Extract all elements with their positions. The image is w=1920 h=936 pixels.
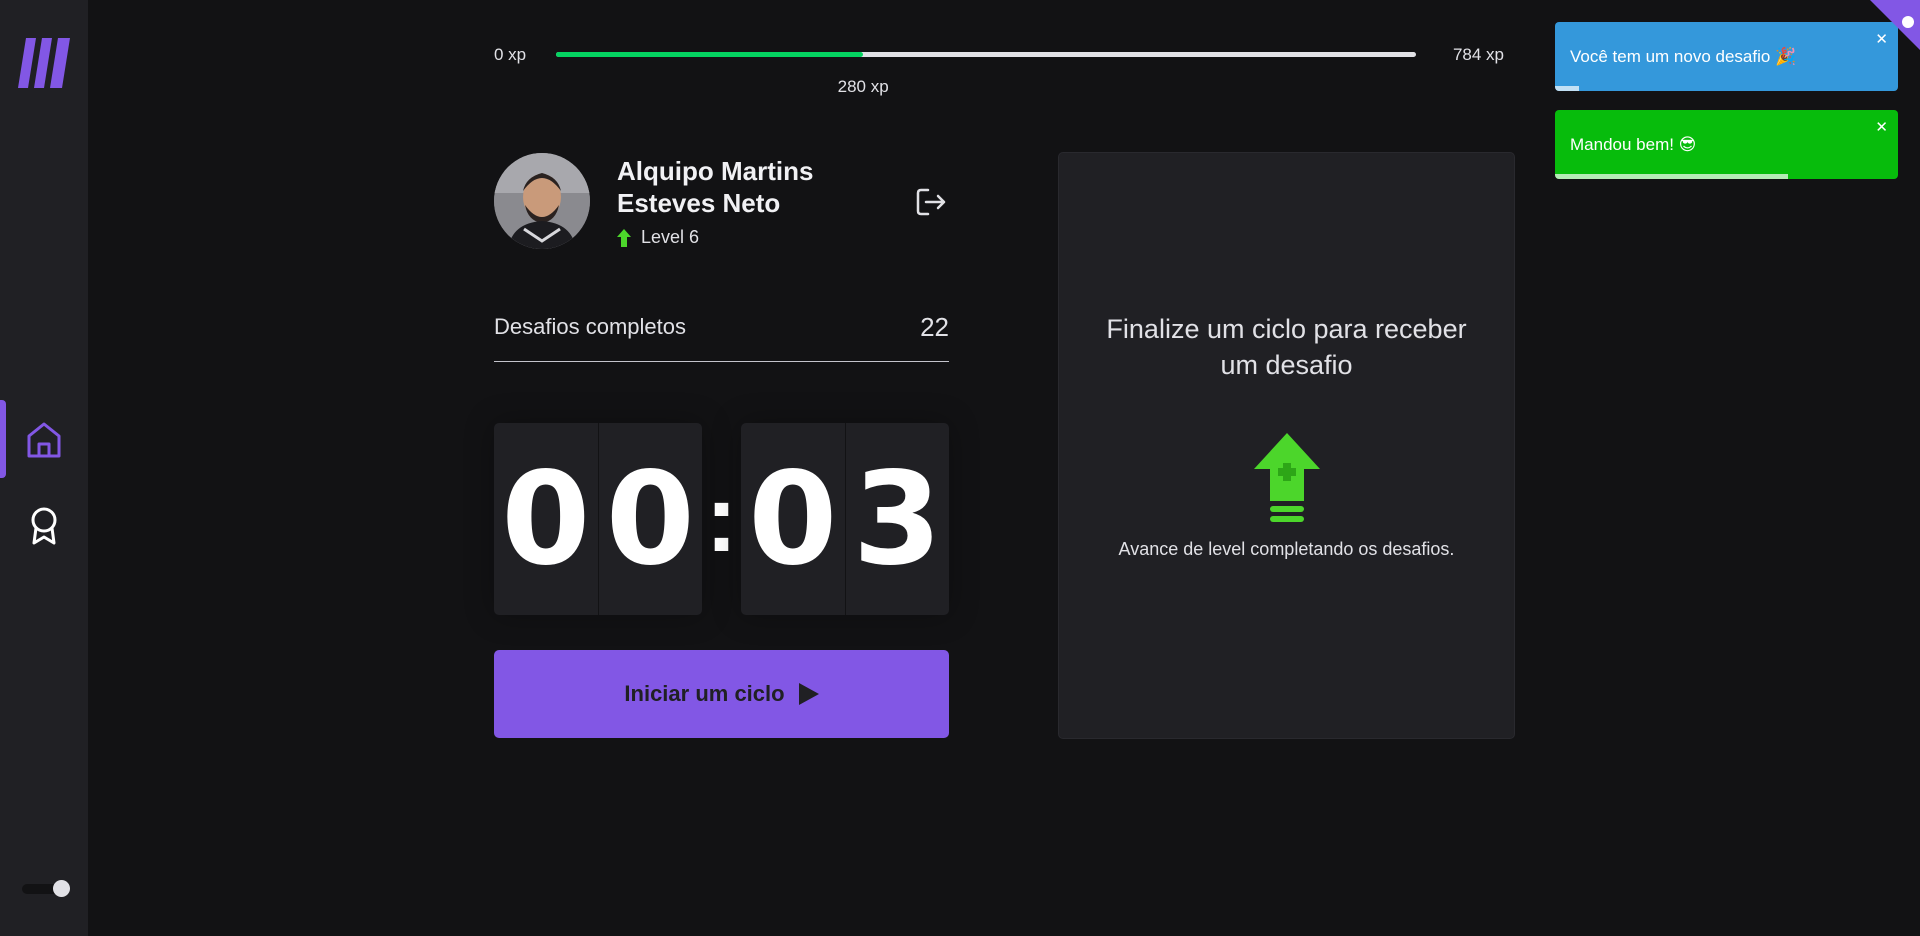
- xp-min-label: 0 xp: [494, 45, 527, 64]
- toast-message: Você tem um novo desafio 🎉: [1570, 47, 1797, 66]
- play-icon: [798, 683, 819, 705]
- avatar-image: [494, 153, 590, 249]
- sidebar-item-leaderboard[interactable]: [0, 486, 88, 566]
- completed-challenges-count: 22: [920, 312, 949, 342]
- toast-progress-bar: [1555, 86, 1579, 91]
- logout-button[interactable]: [914, 185, 948, 219]
- toast-progress-bar: [1555, 174, 1789, 179]
- logout-icon: [916, 188, 946, 216]
- toast-new-challenge[interactable]: Você tem um novo desafio 🎉 ✕: [1555, 22, 1898, 91]
- toast-success[interactable]: Mandou bem! 😎 ✕: [1555, 110, 1898, 179]
- xp-track: 280 xp: [556, 52, 1416, 96]
- challenge-title: Finalize um ciclo para receber um desafi…: [1106, 314, 1467, 380]
- experience-bar: 0 xp 280 xp 784 xp: [494, 40, 1504, 100]
- minute-digit-left: 0: [494, 423, 599, 615]
- logo-icon: [18, 38, 70, 88]
- home-icon: [27, 422, 61, 458]
- close-icon[interactable]: ✕: [1875, 118, 1888, 136]
- level-up-arrow-icon: [617, 228, 631, 247]
- minute-digit-right: 0: [605, 444, 695, 594]
- start-cycle-button[interactable]: Iniciar um ciclo: [494, 650, 949, 738]
- corner-ribbon: [1870, 0, 1920, 50]
- avatar: [494, 153, 590, 249]
- xp-fill: [556, 52, 864, 57]
- profile-name: Alquipo Martins Esteves Neto: [617, 156, 814, 218]
- countdown-seconds: 0 3: [741, 423, 949, 615]
- profile: Alquipo Martins Esteves Neto Level 6: [494, 153, 949, 253]
- second-digit-left: 0: [741, 423, 846, 615]
- challenge-box: Finalize um ciclo para receber um desafi…: [1058, 152, 1515, 739]
- countdown-separator: :: [705, 465, 738, 572]
- completed-challenges: Desafios completos 22: [494, 300, 949, 362]
- second-digit-right: 3: [852, 444, 942, 594]
- sidebar: [0, 0, 88, 936]
- theme-toggle[interactable]: [22, 880, 70, 897]
- level-up-icon: [1253, 433, 1320, 522]
- toast-message: Mandou bem! 😎: [1570, 135, 1697, 154]
- xp-current-label: 280 xp: [837, 77, 889, 96]
- completed-challenges-label: Desafios completos: [494, 314, 686, 339]
- award-icon: [31, 507, 57, 545]
- sidebar-item-home[interactable]: [0, 400, 88, 480]
- level-indicator: Level 6: [617, 227, 699, 248]
- start-cycle-label: Iniciar um ciclo: [624, 681, 785, 706]
- countdown: 0 0 : 0 3: [494, 423, 949, 615]
- toggle-knob: [53, 880, 70, 897]
- challenge-description: Avance de level completando os desafios.: [1118, 539, 1455, 559]
- countdown-minutes: 0 0: [494, 423, 702, 615]
- level-label: Level 6: [641, 227, 700, 247]
- xp-max-label: 784 xp: [1452, 45, 1504, 64]
